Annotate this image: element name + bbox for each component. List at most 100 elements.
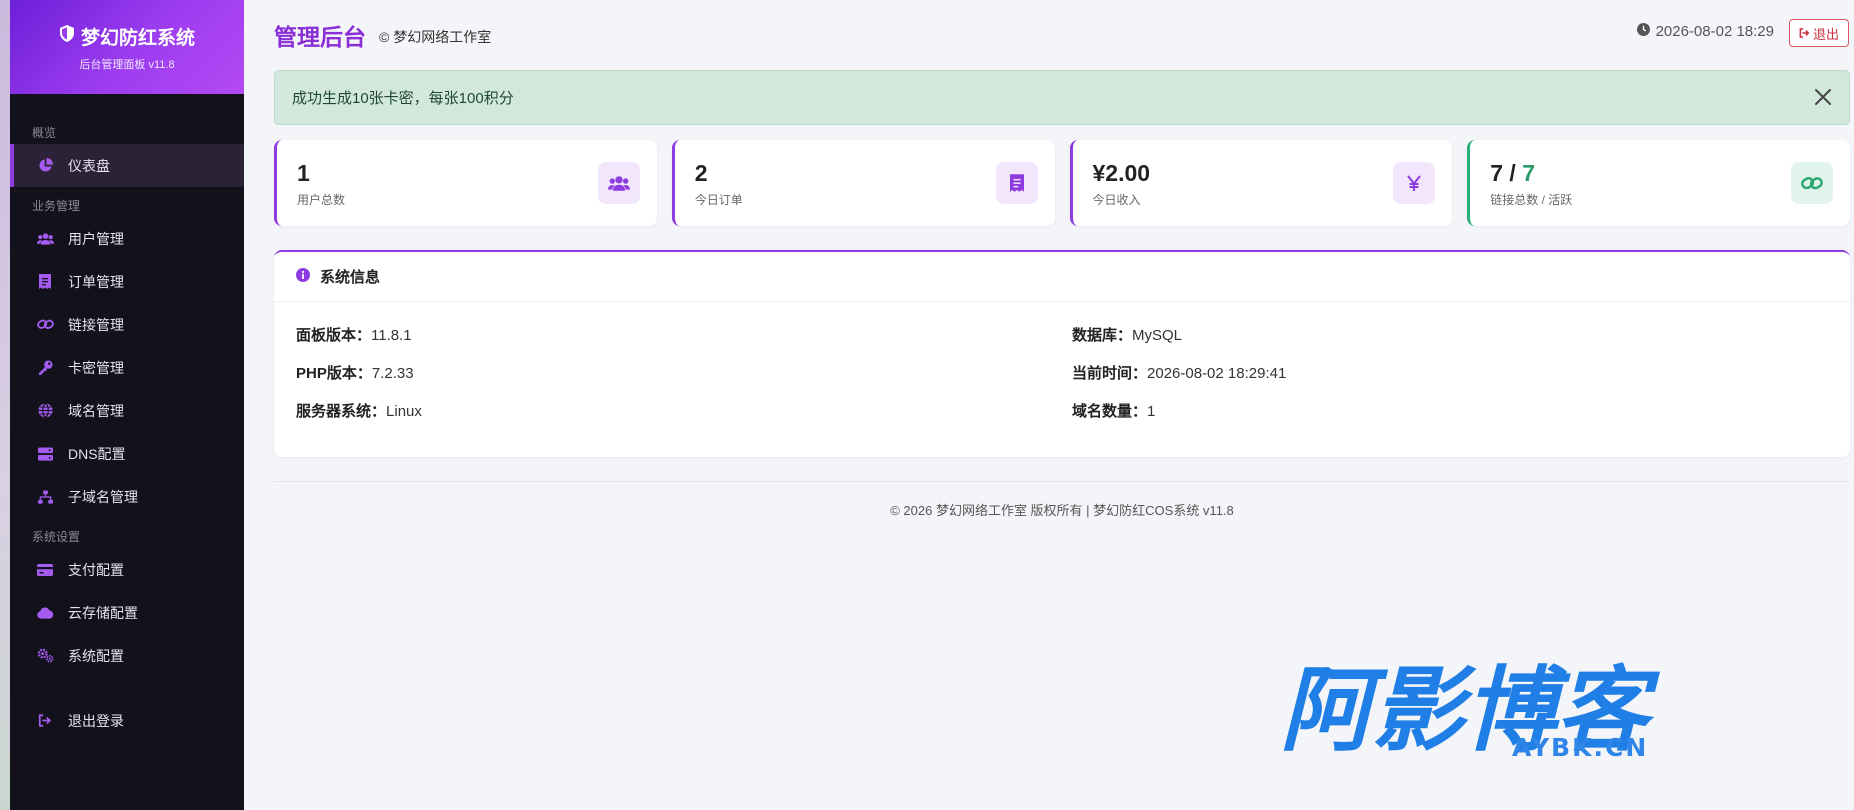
brand-header: 梦幻防红系统 后台管理面板 v11.8: [10, 0, 244, 94]
chart-pie-icon: [36, 157, 54, 175]
card-title: 系统信息: [320, 269, 381, 286]
info-label: PHP版本：: [296, 365, 372, 382]
links-total: 7: [1490, 160, 1504, 186]
stats-row: 1 用户总数 2 今日订单 ¥2.00 今日收入 7 / 7 链接总数 / 活跃: [274, 140, 1850, 226]
info-label: 当前时间：: [1072, 365, 1148, 382]
sidebar-item-users[interactable]: 用户管理: [10, 217, 244, 260]
sign-out-icon: [1799, 26, 1810, 41]
sidebar-item-label: 域名管理: [68, 402, 124, 419]
yen-icon: [1393, 162, 1436, 204]
info-domain-count: 域名数量：1: [1072, 400, 1155, 421]
info-value: 1: [1147, 403, 1156, 420]
info-icon: [296, 267, 310, 286]
stat-label: 今日收入: [1092, 193, 1141, 207]
page-footer: © 2026 梦幻网络工作室 版权所有 | 梦幻防红COS系统 v11.8: [890, 503, 1234, 518]
sidebar-item-label: 系统配置: [68, 647, 124, 664]
sidebar-item-label: 支付配置: [68, 561, 124, 578]
sidebar-item-label: 用户管理: [68, 230, 124, 247]
sign-out-icon: [36, 712, 54, 730]
info-php-version: PHP版本：7.2.33: [296, 362, 414, 383]
info-label: 服务器系统：: [296, 403, 387, 420]
sidebar-item-dashboard[interactable]: 仪表盘: [10, 144, 244, 187]
window-edge: [0, 0, 10, 810]
stat-label: 今日订单: [694, 193, 743, 207]
sidebar-item-orders[interactable]: 订单管理: [10, 260, 244, 303]
info-server-os: 服务器系统：Linux: [296, 400, 422, 421]
page-subtitle: © 梦幻网络工作室: [379, 29, 492, 45]
info-panel-version: 面板版本：11.8.1: [296, 324, 412, 345]
sidebar-item-payment[interactable]: 支付配置: [10, 548, 244, 591]
sidebar-item-links[interactable]: 链接管理: [10, 303, 244, 346]
sidebar-item-label: 订单管理: [68, 273, 124, 290]
sidebar-item-cards[interactable]: 卡密管理: [10, 346, 244, 389]
page-header: 管理后台 © 梦幻网络工作室 2026-08-02 18:29 退出: [274, 18, 1854, 58]
receipt-icon: [36, 273, 54, 291]
credit-card-icon: [36, 561, 54, 579]
links-active: 7: [1522, 160, 1536, 186]
nav-section-overview: 概览: [32, 126, 57, 140]
sidebar: 梦幻防红系统 后台管理面板 v11.8 概览 仪表盘 业务管理 用户管理 订单管…: [10, 0, 244, 810]
sidebar-item-label: 退出登录: [68, 712, 124, 729]
success-alert: 成功生成10张卡密，每张100积分: [274, 70, 1850, 125]
footer-divider: [274, 481, 1850, 482]
info-database: 数据库：MySQL: [1072, 324, 1182, 345]
key-icon: [36, 359, 54, 377]
sidebar-item-domains[interactable]: 域名管理: [10, 389, 244, 432]
stat-value: 7 / 7: [1490, 160, 1535, 187]
server-icon: [36, 445, 54, 463]
sidebar-item-label: 云存储配置: [68, 604, 138, 621]
info-value: 7.2.33: [371, 365, 414, 382]
link-icon: [36, 316, 54, 334]
info-label: 面板版本：: [296, 327, 372, 344]
info-label: 域名数量：: [1072, 403, 1148, 420]
brand-title: 梦幻防红系统: [59, 23, 195, 50]
info-value: Linux: [386, 403, 422, 420]
cloud-icon: [36, 604, 54, 622]
sidebar-item-storage[interactable]: 云存储配置: [10, 591, 244, 634]
users-icon: [597, 162, 640, 204]
alert-message: 成功生成10张卡密，每张100积分: [292, 90, 514, 107]
close-icon[interactable]: [1811, 85, 1835, 109]
sidebar-item-dns[interactable]: DNS配置: [10, 432, 244, 475]
info-current-time: 当前时间：2026-08-02 18:29:41: [1072, 362, 1286, 383]
sidebar-item-label: 子域名管理: [68, 488, 138, 505]
watermark-sub: AYBK.CN: [1512, 733, 1648, 760]
stat-card-orders: 2 今日订单: [671, 140, 1055, 226]
globe-icon: [36, 402, 54, 420]
sidebar-item-subdomains[interactable]: 子域名管理: [10, 475, 244, 518]
page-title: 管理后台: [274, 24, 366, 50]
info-value: 2026-08-02 18:29:41: [1147, 365, 1287, 382]
sidebar-item-label: 链接管理: [68, 316, 124, 333]
datetime-text: 2026-08-02 18:29: [1655, 23, 1774, 40]
stat-card-income: ¥2.00 今日收入: [1069, 140, 1453, 226]
stat-label: 用户总数: [297, 193, 346, 207]
stat-card-links: 7 / 7 链接总数 / 活跃: [1467, 140, 1850, 226]
watermark-logo: 阿影博客 AYBK.CN: [1280, 657, 1680, 764]
stat-label: 链接总数 / 活跃: [1490, 193, 1573, 207]
brand-name: 梦幻防红系统: [80, 27, 195, 49]
info-label: 数据库：: [1072, 327, 1133, 344]
stat-value: 2: [694, 160, 708, 186]
sidebar-item-settings[interactable]: 系统配置: [10, 634, 244, 677]
brand-subtitle: 后台管理面板 v11.8: [79, 58, 175, 71]
datetime-display: 2026-08-02 18:29: [1636, 23, 1774, 40]
clock-icon: [1636, 23, 1650, 40]
nav-section-system: 系统设置: [32, 530, 81, 544]
stat-value: 1: [297, 160, 310, 186]
info-value: 11.8.1: [371, 327, 412, 344]
shield-icon: [59, 24, 75, 48]
stat-card-users: 1 用户总数: [274, 140, 657, 226]
nav-section-business: 业务管理: [32, 199, 81, 213]
gears-icon: [36, 647, 54, 665]
sidebar-item-label: 卡密管理: [68, 359, 124, 376]
links-separator: /: [1503, 160, 1523, 186]
link-icon: [1791, 162, 1833, 204]
sidebar-item-logout[interactable]: 退出登录: [10, 699, 244, 742]
sidebar-item-label: 仪表盘: [68, 157, 110, 174]
info-value: MySQL: [1132, 327, 1183, 344]
users-icon: [36, 230, 54, 248]
sitemap-icon: [36, 488, 54, 506]
sidebar-item-label: DNS配置: [68, 445, 126, 462]
stat-value: ¥2.00: [1092, 160, 1151, 186]
logout-button[interactable]: 退出: [1789, 19, 1849, 47]
